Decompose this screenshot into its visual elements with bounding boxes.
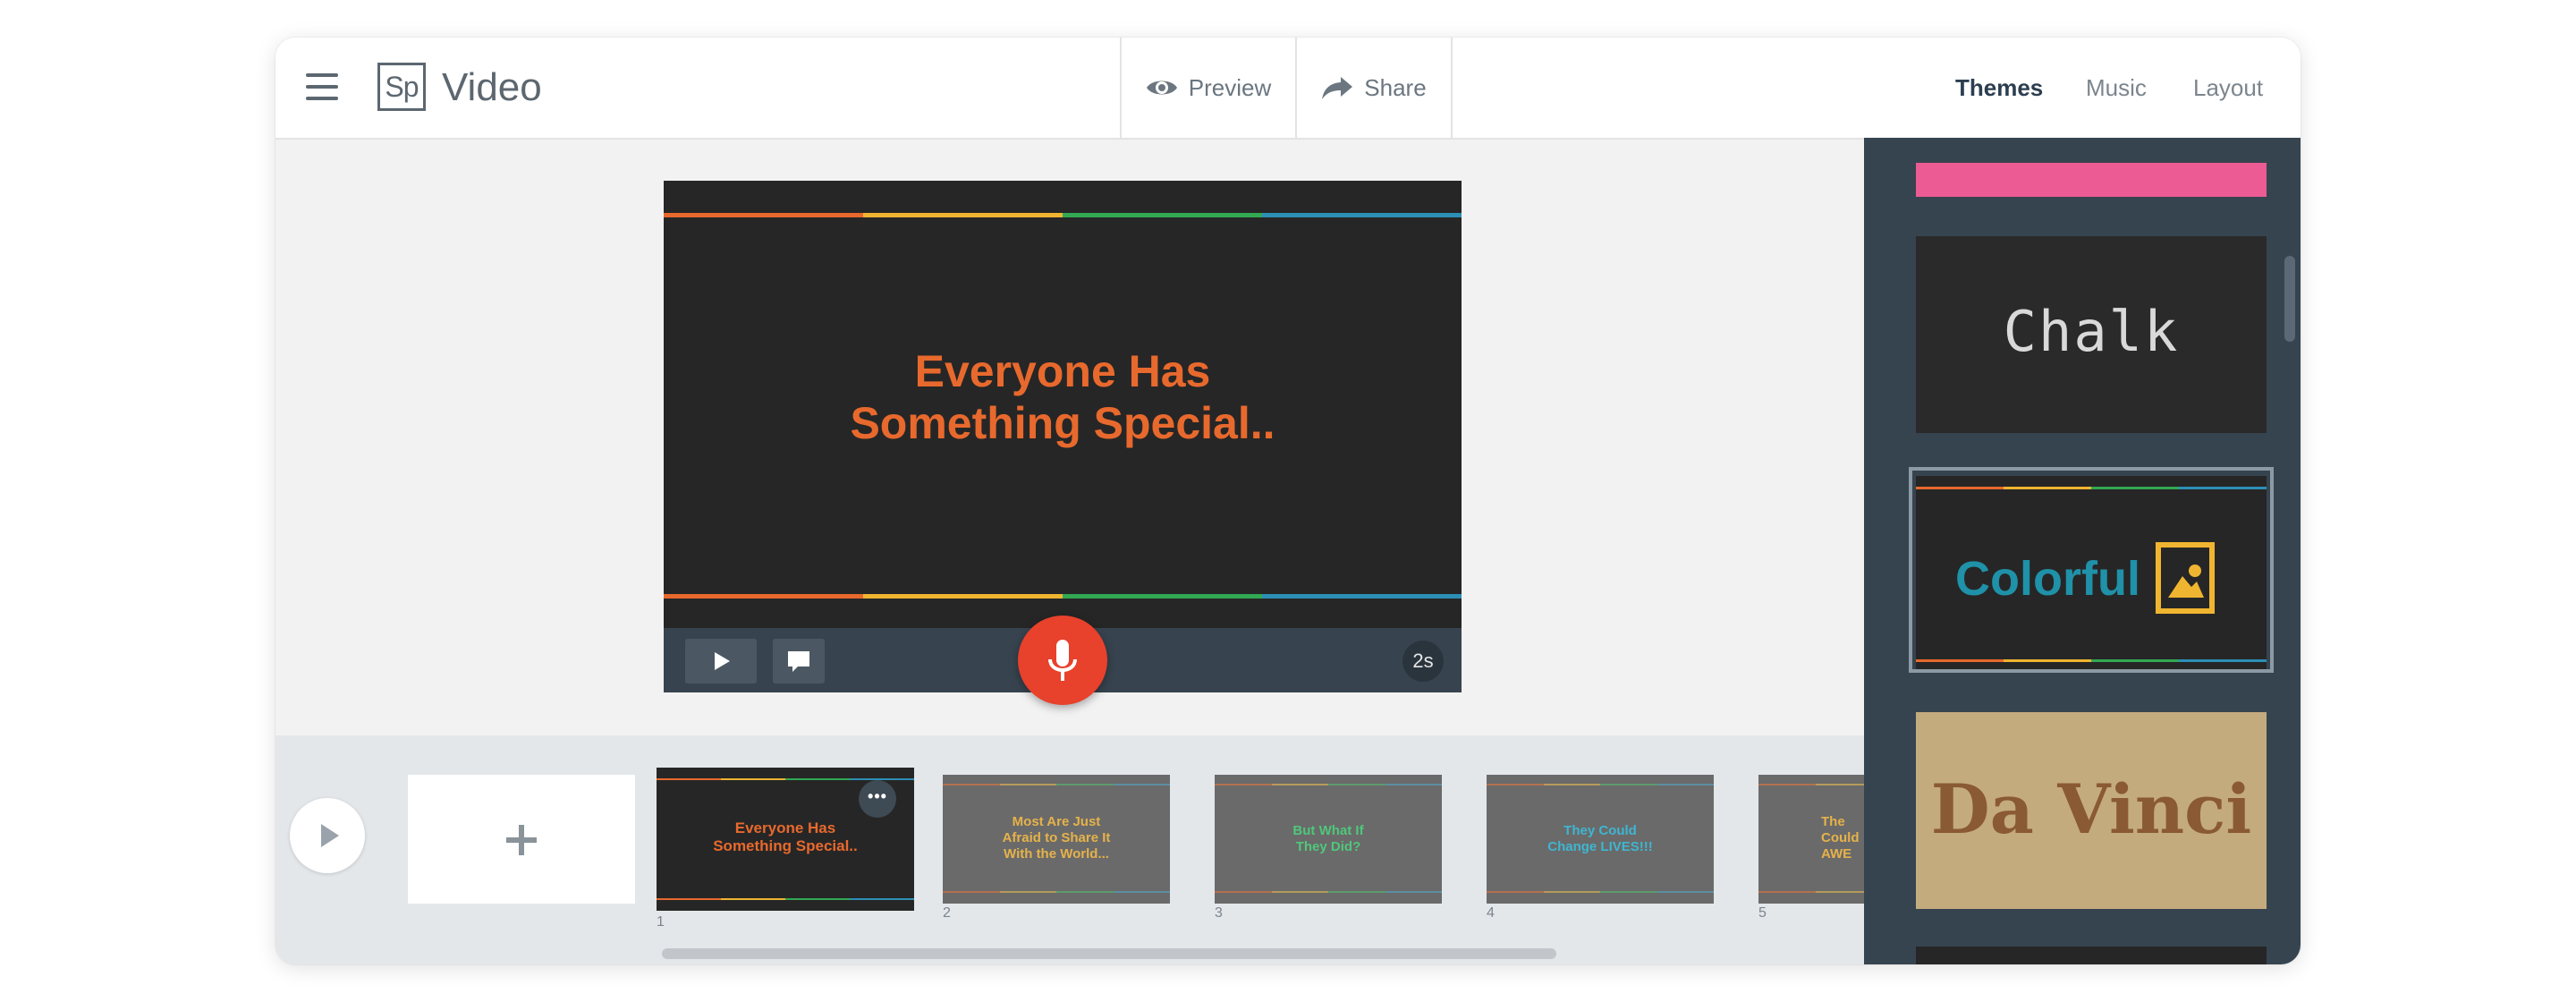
thumb-stripe — [1215, 784, 1442, 785]
app-title: Video — [442, 65, 542, 109]
caption-button[interactable] — [773, 639, 825, 684]
thumb-stripe — [657, 898, 914, 900]
slide-thumbnail[interactable]: They Could Change LIVES!!! 4 — [1487, 775, 1714, 921]
tab-themes[interactable]: Themes — [1955, 73, 2043, 102]
eye-icon — [1146, 81, 1177, 95]
preview-label: Preview — [1188, 73, 1272, 101]
thumb-title: But What If They Did? — [1292, 823, 1364, 854]
theme-chalk-label: Chalk — [2003, 299, 2180, 364]
theme-davinci[interactable]: Da Vinci — [1916, 712, 2267, 909]
menu-icon[interactable] — [306, 73, 338, 100]
themes-panel: Chalk Colorful Da Vinci — [1864, 138, 2301, 964]
record-voice-button[interactable] — [1018, 616, 1107, 705]
share-arrow-icon — [1322, 77, 1353, 99]
theme-stripe — [1916, 487, 2267, 489]
app-logo: Sp — [377, 63, 426, 111]
slide-filmstrip: Everyone Has Something Special.. ••• 1 M… — [275, 735, 1864, 964]
share-label: Share — [1364, 73, 1427, 101]
play-icon — [321, 824, 339, 847]
thumb-title: Most Are Just Afraid to Share It With th… — [1002, 814, 1111, 862]
tab-layout[interactable]: Layout — [2193, 73, 2263, 102]
preview-button[interactable]: Preview — [1120, 38, 1295, 138]
app-window: Sp Video Preview Share Themes Music Layo… — [275, 38, 2301, 964]
plus-icon — [506, 825, 537, 855]
image-icon — [2156, 542, 2215, 614]
slide-thumbnail[interactable]: The Could AWE 5 — [1758, 775, 1864, 921]
slide-bottom-stripe — [664, 594, 1462, 599]
add-slide-button[interactable] — [408, 775, 635, 904]
slide-title-line-2: Something Special.. — [850, 398, 1275, 448]
thumb-title: Everyone Has Something Special.. — [713, 819, 858, 854]
thumb-stripe — [943, 891, 1170, 893]
slide-number: 1 — [657, 914, 665, 930]
theme-chalk[interactable]: Chalk — [1916, 236, 2267, 433]
comment-icon — [788, 651, 809, 672]
play-all-button[interactable] — [290, 798, 365, 873]
thumb-canvas: The Could AWE — [1758, 775, 1864, 904]
filmstrip-scrollbar[interactable] — [662, 948, 1556, 959]
theme-colorful-label: Colorful — [1955, 552, 2140, 606]
slide-canvas[interactable]: Everyone Has Something Special.. — [664, 181, 1462, 628]
slide-duration[interactable]: 2s — [1402, 641, 1444, 682]
thumb-stripe — [1487, 784, 1714, 785]
theme-card-partial[interactable] — [1916, 163, 2267, 197]
thumb-stripe — [1215, 891, 1442, 893]
slide-number: 4 — [1487, 905, 1495, 921]
theme-stripe — [1916, 659, 2267, 662]
thumb-canvas: But What If They Did? — [1215, 775, 1442, 904]
slide-thumbnail[interactable]: Everyone Has Something Special.. ••• 1 — [657, 768, 914, 930]
thumb-stripe — [1758, 784, 1864, 785]
slide-title[interactable]: Everyone Has Something Special.. — [664, 345, 1462, 449]
share-button[interactable]: Share — [1295, 38, 1453, 138]
slide-number: 2 — [943, 905, 951, 921]
slide-thumbnail[interactable]: Most Are Just Afraid to Share It With th… — [943, 775, 1170, 921]
thumb-canvas: They Could Change LIVES!!! — [1487, 775, 1714, 904]
slide-title-line-1: Everyone Has — [914, 346, 1211, 396]
slide-preview: Everyone Has Something Special.. 2s — [664, 181, 1462, 705]
thumb-title: They Could Change LIVES!!! — [1547, 823, 1653, 854]
theme-colorful[interactable]: Colorful — [1916, 476, 2267, 673]
theme-card-partial[interactable] — [1916, 947, 2267, 964]
play-icon — [715, 652, 730, 670]
slide-number: 3 — [1215, 905, 1223, 921]
thumb-title: The Could AWE — [1821, 814, 1860, 862]
slide-thumbnail[interactable]: But What If They Did? 3 — [1215, 775, 1442, 921]
thumb-stripe — [1758, 891, 1864, 893]
microphone-icon — [1048, 640, 1077, 681]
header-bar: Sp Video Preview Share Themes Music Layo… — [275, 38, 2301, 140]
slide-top-stripe — [664, 213, 1462, 217]
slide-number: 5 — [1758, 905, 1767, 921]
thumb-stripe — [1487, 891, 1714, 893]
thumb-stripe — [943, 784, 1170, 785]
play-slide-button[interactable] — [685, 639, 757, 684]
thumb-canvas: Everyone Has Something Special.. ••• — [657, 768, 914, 911]
playback-controls: 2s — [664, 616, 1462, 705]
tab-music[interactable]: Music — [2086, 73, 2147, 102]
theme-davinci-label: Da Vinci — [1930, 769, 2252, 849]
thumb-canvas: Most Are Just Afraid to Share It With th… — [943, 775, 1170, 904]
more-icon[interactable]: ••• — [859, 780, 896, 818]
themes-scrollbar[interactable] — [2284, 256, 2295, 342]
